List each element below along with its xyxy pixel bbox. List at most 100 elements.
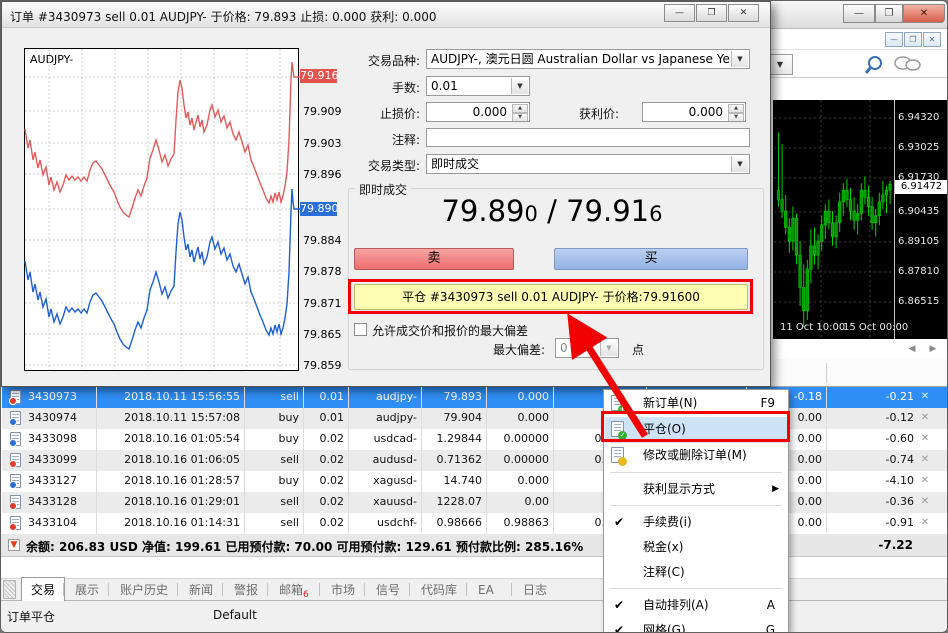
price-scale-label: 6.89105 — [898, 236, 948, 248]
menu-item[interactable]: ✔网格(G)G — [605, 618, 787, 633]
cell-symbol: xagusd- — [352, 474, 417, 487]
tab-警报[interactable]: 警报 — [225, 579, 267, 601]
chevron-down-icon[interactable]: ▼ — [731, 156, 748, 172]
menu-item[interactable]: ✔自动排列(A)A — [605, 593, 787, 618]
menu-item-label: 获利显示方式 — [643, 477, 715, 501]
close-icon[interactable]: ✕ — [903, 4, 945, 23]
tick-scale-label: 79.884 — [303, 234, 347, 246]
cell-type: sell — [247, 390, 299, 403]
tab-账户历史[interactable]: 账户历史 — [111, 579, 177, 601]
price-scale-label: 6.87810 — [898, 266, 948, 278]
tab-市场[interactable]: 市场 — [322, 579, 364, 601]
cell-order: 3433127 — [28, 474, 90, 487]
cell-order: 3433098 — [28, 432, 90, 445]
chevron-down-icon[interactable]: ▼ — [731, 51, 748, 67]
cell-sl: 0.00000 — [492, 432, 549, 445]
take-profit-stepper[interactable]: ▲▼ — [728, 104, 744, 120]
cell-profit: -0.12 — [832, 411, 914, 424]
tab-新闻[interactable]: 新闻 — [180, 579, 222, 601]
tab-交易[interactable]: 交易 — [21, 577, 65, 601]
table-row[interactable]: 34309742018.10.11 15:57:08buy0.01audjpy-… — [2, 408, 948, 429]
table-row[interactable]: 34331282018.10.16 01:29:01sell0.02xauusd… — [2, 492, 948, 513]
tick-scale-label: 79.859 — [303, 359, 347, 371]
quick-close-icon[interactable]: ✕ — [919, 454, 931, 466]
menu-item[interactable]: 注释(C) — [605, 560, 787, 585]
chat-icon[interactable] — [895, 57, 920, 70]
menu-item-label: 自动排列(A) — [643, 593, 709, 617]
quick-close-icon[interactable]: ✕ — [919, 475, 931, 487]
quick-close-icon[interactable]: ✕ — [919, 412, 931, 424]
cell-symbol: audjpy- — [352, 390, 417, 403]
tab-展示[interactable]: 展示 — [66, 579, 108, 601]
quick-close-icon[interactable]: ✕ — [919, 517, 931, 529]
cell-sl: 0.98863 — [492, 516, 549, 529]
cell-sl: 0.000 — [492, 474, 549, 487]
order-type-select[interactable]: 即时成交 ▼ — [426, 154, 750, 174]
tick-scale-label: 79.878 — [303, 265, 347, 277]
tab-信号[interactable]: 信号 — [367, 579, 409, 601]
table-row[interactable]: 34309732018.10.11 15:56:55sell0.01audjpy… — [2, 387, 948, 408]
dialog-minimize-icon[interactable]: — — [664, 4, 695, 22]
cell-time: 2018.10.16 01:29:01 — [99, 495, 240, 508]
menu-item-label: 注释(C) — [643, 560, 685, 584]
quick-close-icon[interactable]: ✕ — [919, 496, 931, 508]
price-scale-label: 6.90435 — [898, 206, 948, 218]
order-dialog: 订单 #3430973 sell 0.01 AUDJPY- 于价格: 79.89… — [1, 1, 771, 387]
buy-button[interactable]: 买 — [554, 248, 748, 270]
cell-price: 14.740 — [425, 474, 482, 487]
child-close-icon[interactable]: ✕ — [923, 32, 941, 47]
dialog-close-icon[interactable]: ✕ — [728, 4, 759, 22]
tab-邮箱[interactable]: 邮箱6 — [270, 579, 318, 601]
chevron-down-icon: ▼ — [600, 340, 617, 356]
cell-type: buy — [247, 411, 299, 424]
cell-type: sell — [247, 516, 299, 529]
tab-EA[interactable]: EA — [469, 579, 503, 601]
stop-loss-stepper[interactable]: ▲▼ — [512, 104, 528, 120]
panel-grip[interactable] — [3, 580, 16, 599]
cell-type: sell — [247, 495, 299, 508]
quick-close-icon[interactable]: ✕ — [919, 391, 931, 403]
cell-sl: 0.000 — [492, 390, 549, 403]
cell-symbol: usdchf- — [352, 516, 417, 529]
maximize-icon[interactable]: ❐ — [875, 4, 903, 23]
tab-日志[interactable]: 日志 — [514, 579, 556, 601]
menu-item[interactable]: 获利显示方式▶ — [605, 477, 787, 502]
table-row[interactable]: 34331042018.10.16 01:14:31sell0.02usdchf… — [2, 513, 948, 534]
menu-item[interactable]: 税金(x) — [605, 535, 787, 560]
quick-close-icon[interactable]: ✕ — [919, 433, 931, 445]
comment-field[interactable] — [426, 128, 750, 147]
chevron-down-icon[interactable]: ▼ — [511, 78, 528, 94]
symbol-select[interactable]: AUDJPY-, 澳元日圆 Australian Dollar vs Japan… — [426, 49, 750, 69]
child-restore-icon[interactable]: ❐ — [904, 32, 922, 47]
table-row[interactable]: 34330992018.10.16 01:06:05sell0.02audusd… — [2, 450, 948, 471]
menu-item[interactable]: ✔手续费(i) — [605, 510, 787, 535]
tab-separator — [108, 583, 109, 596]
dialog-titlebar[interactable]: 订单 #3430973 sell 0.01 AUDJPY- 于价格: 79.89… — [2, 2, 770, 28]
volume-select[interactable]: 0.01 ▼ — [426, 76, 530, 96]
table-row[interactable]: 34330982018.10.16 01:05:54buy0.02usdcad-… — [2, 429, 948, 450]
scroll-right-icon[interactable]: ▶ — [926, 343, 940, 355]
menu-item-label: 税金(x) — [643, 535, 683, 559]
menu-item[interactable]: 修改或删除订单(M) — [605, 443, 787, 469]
minimize-icon[interactable]: — — [843, 4, 875, 23]
quote-display: 79.890 / 79.916 — [354, 194, 750, 228]
tab-代码库[interactable]: 代码库 — [412, 579, 466, 601]
column-divider — [553, 387, 554, 534]
cell-symbol: audusd- — [352, 453, 417, 466]
profile-name[interactable]: Default — [213, 608, 257, 622]
cell-time: 2018.10.11 15:56:55 — [99, 390, 240, 403]
table-row[interactable]: 34331272018.10.16 01:28:57buy0.02xagusd-… — [2, 471, 948, 492]
cell-price: 1228.07 — [425, 495, 482, 508]
stop-loss-field[interactable]: 0.000 ▲▼ — [426, 102, 530, 122]
take-profit-value: 0.000 — [689, 105, 723, 119]
take-profit-field[interactable]: 0.000 ▲▼ — [642, 102, 746, 122]
tab-separator — [409, 583, 410, 596]
scroll-left-icon[interactable]: ◀ — [905, 343, 919, 355]
tab-separator — [222, 583, 223, 596]
dialog-restore-icon[interactable]: ❐ — [696, 4, 727, 22]
deviation-checkbox[interactable] — [354, 323, 367, 336]
child-minimize-icon[interactable]: — — [885, 32, 903, 47]
max-deviation-select[interactable]: 0 ▼ — [555, 338, 619, 358]
sell-button[interactable]: 卖 — [354, 248, 514, 270]
magnifier-icon[interactable] — [866, 57, 881, 73]
